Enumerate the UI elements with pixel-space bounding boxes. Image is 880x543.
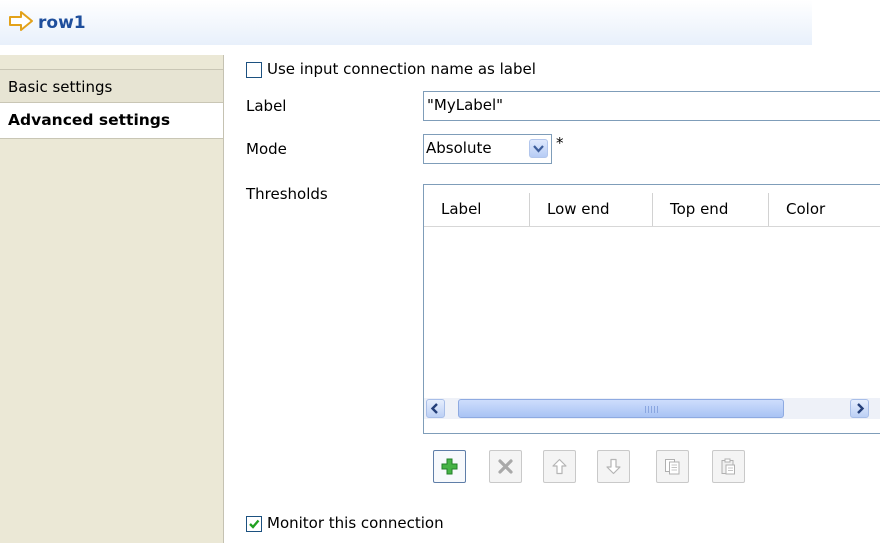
label-field-label: Label bbox=[246, 97, 287, 115]
label-input[interactable]: "MyLabel" bbox=[423, 91, 880, 121]
component-header: row1 bbox=[0, 0, 812, 45]
use-input-name-checkbox[interactable] bbox=[246, 62, 262, 78]
move-down-icon bbox=[606, 458, 621, 475]
scroll-left-icon[interactable] bbox=[426, 399, 445, 418]
thresholds-table[interactable]: Label Low end Top end Color bbox=[423, 184, 880, 434]
chevron-down-icon[interactable] bbox=[529, 139, 548, 158]
page-title: row1 bbox=[38, 13, 86, 33]
arrow-right-icon bbox=[9, 11, 33, 31]
thresholds-label: Thresholds bbox=[246, 185, 328, 203]
tab-basic-settings[interactable]: Basic settings bbox=[0, 69, 223, 103]
column-header-color[interactable]: Color bbox=[768, 193, 880, 226]
table-header: Label Low end Top end Color bbox=[424, 193, 880, 227]
scroll-right-icon[interactable] bbox=[850, 399, 869, 418]
paste-icon bbox=[721, 458, 735, 475]
copy-button[interactable] bbox=[656, 450, 689, 483]
copy-icon bbox=[665, 459, 680, 475]
required-marker: * bbox=[556, 134, 564, 152]
use-input-name-label: Use input connection name as label bbox=[267, 60, 536, 78]
mode-select[interactable]: Absolute bbox=[423, 134, 552, 164]
scrollbar-thumb[interactable] bbox=[458, 399, 784, 418]
move-up-button[interactable] bbox=[543, 450, 576, 483]
move-up-icon bbox=[552, 458, 567, 475]
horizontal-scrollbar[interactable] bbox=[424, 398, 880, 419]
settings-sidebar: Basic settings Advanced settings bbox=[0, 55, 224, 543]
delete-button[interactable] bbox=[489, 450, 522, 483]
checkmark-icon bbox=[249, 519, 260, 529]
paste-button[interactable] bbox=[712, 450, 745, 483]
delete-icon bbox=[498, 459, 513, 474]
column-header-low-end[interactable]: Low end bbox=[529, 193, 652, 226]
monitor-connection-label: Monitor this connection bbox=[267, 514, 444, 532]
tab-advanced-settings[interactable]: Advanced settings bbox=[0, 103, 223, 139]
column-header-label[interactable]: Label bbox=[424, 193, 529, 226]
monitor-connection-checkbox[interactable] bbox=[246, 516, 262, 532]
mode-field-label: Mode bbox=[246, 140, 287, 158]
add-button[interactable] bbox=[433, 450, 466, 483]
add-icon bbox=[441, 458, 458, 475]
move-down-button[interactable] bbox=[597, 450, 630, 483]
column-header-top-end[interactable]: Top end bbox=[652, 193, 768, 226]
mode-select-value: Absolute bbox=[426, 139, 492, 157]
